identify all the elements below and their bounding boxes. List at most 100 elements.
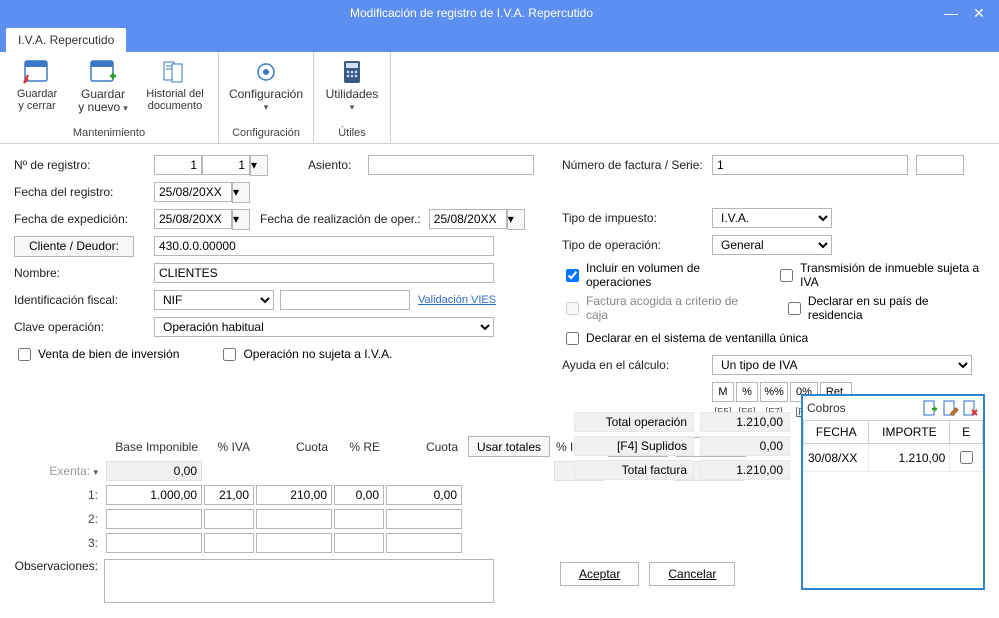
fecha-exp-dropdown[interactable]: ▾ (232, 209, 250, 230)
nfactura-label: Número de factura / Serie: (562, 158, 712, 172)
chk-venta-bien[interactable]: Venta de bien de inversión (14, 345, 179, 364)
nregistro-a-input[interactable] (154, 155, 202, 175)
save-close-button[interactable]: Guardar y cerrar (8, 56, 66, 112)
fecha-oper-dropdown[interactable]: ▾ (507, 209, 525, 230)
tabstrip: I.V.A. Repercutido (0, 26, 999, 52)
validacion-vies-link[interactable]: Validación VIES (418, 294, 496, 306)
cobros-delete-icon[interactable] (961, 399, 979, 417)
cobros-row-importe: 1.210,00 (869, 444, 950, 472)
row2-base[interactable] (106, 509, 202, 529)
observ-textarea[interactable] (104, 559, 494, 603)
cobros-col-fecha: FECHA (804, 421, 869, 444)
gear-icon (251, 58, 281, 86)
config-label: Configuración▾ (229, 88, 303, 113)
nombre-label: Nombre: (14, 266, 154, 280)
aceptar-button[interactable]: Aceptar (560, 562, 639, 586)
fecha-exp-input[interactable] (154, 209, 232, 229)
gh-cuota: Cuota (256, 440, 332, 454)
fecha-exp-label: Fecha de expedición: (14, 212, 154, 226)
row3-pre[interactable] (334, 533, 384, 553)
fecha-reg-input[interactable] (154, 182, 232, 202)
cobros-row-fecha: 30/08/XX (804, 444, 869, 472)
ribbon: Guardar y cerrar Guardar y nuevo ▾ Histo… (0, 52, 999, 144)
hot-m-button[interactable]: M (712, 382, 734, 402)
fecha-reg-dropdown[interactable]: ▾ (232, 182, 250, 203)
cobros-title: Cobros (807, 401, 919, 415)
exenta-base (106, 461, 202, 481)
ribbon-group-title-mant: Mantenimiento (8, 125, 210, 141)
save-close-label: Guardar y cerrar (17, 88, 57, 112)
ribbon-group-title-config: Configuración (227, 125, 305, 141)
ayuda-select[interactable]: Un tipo de IVA (712, 355, 972, 375)
ribbon-group-title-utiles: Útiles (322, 125, 382, 141)
ayuda-label: Ayuda en el cálculo: (562, 358, 712, 372)
cobros-row-e-check[interactable] (960, 451, 973, 464)
gh-piva: % IVA (204, 440, 254, 454)
chk-transm-inm[interactable]: Transmisión de inmueble sujeta a IVA (776, 261, 985, 289)
hot-pctpct-button[interactable]: %% (760, 382, 788, 402)
tipo-imp-label: Tipo de impuesto: (562, 211, 712, 225)
minimize-button[interactable]: — (937, 5, 965, 21)
cobros-edit-icon[interactable] (941, 399, 959, 417)
cobros-add-icon[interactable] (921, 399, 939, 417)
tipo-op-select[interactable]: General (712, 235, 832, 255)
row2-cuota[interactable] (256, 509, 332, 529)
chk-ventanilla[interactable]: Declarar en el sistema de ventanilla úni… (562, 329, 808, 348)
cobros-panel: Cobros FECHA IMPORTE E 30/08/XX 1.210,00 (801, 394, 985, 590)
row1-base[interactable] (106, 485, 202, 505)
fecha-oper-label: Fecha de realización de oper.: (260, 212, 421, 226)
config-button[interactable]: Configuración▾ (227, 56, 305, 113)
chk-fact-caja[interactable]: Factura acogida a criterio de caja (562, 294, 762, 322)
tipo-imp-select[interactable]: I.V.A. (712, 208, 832, 228)
row2-label: 2: (14, 512, 104, 526)
clave-select[interactable]: Operación habitual (154, 317, 494, 337)
hot-pct-button[interactable]: % (736, 382, 758, 402)
close-button[interactable]: ✕ (965, 5, 993, 22)
row1-cuota[interactable] (256, 485, 332, 505)
total-fact-label: Total factura (574, 460, 694, 480)
tab-iva-repercutido[interactable]: I.V.A. Repercutido (6, 28, 126, 52)
calculator-icon (337, 58, 367, 86)
save-new-icon (88, 58, 118, 86)
row2-cuota2[interactable] (386, 509, 462, 529)
titlebar: Modificación de registro de I.V.A. Reper… (0, 0, 999, 26)
row1-pre[interactable] (334, 485, 384, 505)
row3-piva[interactable] (204, 533, 254, 553)
row3-cuota2[interactable] (386, 533, 462, 553)
utilities-button[interactable]: Utilidades▾ (322, 56, 382, 113)
cliente-input[interactable] (154, 236, 494, 256)
row3-label: 3: (14, 536, 104, 550)
nregistro-dropdown[interactable]: ▾ (250, 155, 268, 176)
observ-label: Observaciones: (14, 559, 104, 573)
chk-incluir-vol[interactable]: Incluir en volumen de operaciones (562, 261, 754, 289)
gh-cuota2: Cuota (386, 440, 462, 454)
history-button[interactable]: Historial del documento (140, 56, 210, 112)
cobros-table: FECHA IMPORTE E 30/08/XX 1.210,00 (803, 420, 983, 472)
row1-cuota2[interactable] (386, 485, 462, 505)
row1-piva[interactable] (204, 485, 254, 505)
save-new-button[interactable]: Guardar y nuevo ▾ (72, 56, 134, 114)
row3-cuota[interactable] (256, 533, 332, 553)
ribbon-group-config: Configuración▾ Configuración (219, 52, 314, 143)
asiento-input[interactable] (368, 155, 534, 175)
chk-op-no-sujeta[interactable]: Operación no sujeta a I.V.A. (219, 345, 392, 364)
chk-declarar-pais[interactable]: Declarar en su país de residencia (784, 294, 985, 322)
serie-input[interactable] (916, 155, 964, 175)
nombre-input[interactable] (154, 263, 494, 283)
fecha-oper-input[interactable] (429, 209, 507, 229)
cliente-deudor-button[interactable]: Cliente / Deudor: (14, 236, 134, 257)
suplidos-value: 0,00 (700, 436, 790, 456)
suplidos-label[interactable]: [F4] Suplidos (574, 436, 694, 456)
idfiscal-tipo-select[interactable]: NIF (154, 290, 274, 310)
row3-base[interactable] (106, 533, 202, 553)
nregistro-b-input[interactable] (202, 155, 250, 175)
nfactura-input[interactable] (712, 155, 908, 175)
cancelar-button[interactable]: Cancelar (649, 562, 735, 586)
idfiscal-num-input[interactable] (280, 290, 410, 310)
cobros-row[interactable]: 30/08/XX 1.210,00 (804, 444, 983, 472)
usar-totales-button[interactable]: Usar totales (468, 436, 550, 457)
utilities-label: Utilidades▾ (326, 88, 379, 113)
window-title: Modificación de registro de I.V.A. Reper… (6, 6, 937, 20)
row2-piva[interactable] (204, 509, 254, 529)
row2-pre[interactable] (334, 509, 384, 529)
